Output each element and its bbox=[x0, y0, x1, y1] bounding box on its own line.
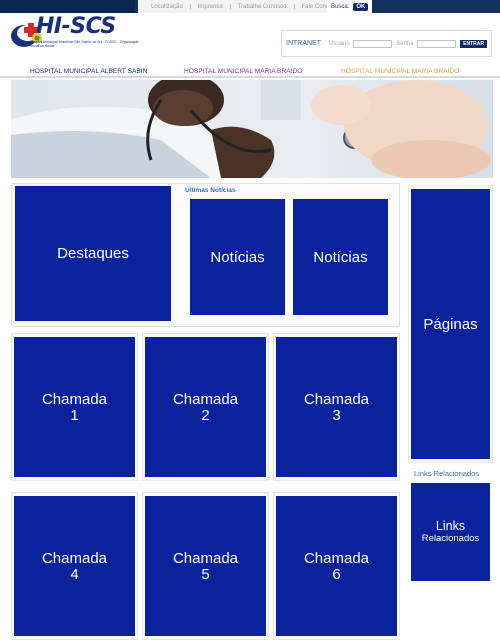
noticia-label-2: Notícias bbox=[313, 248, 368, 266]
chamada-number-1: 1 bbox=[70, 407, 79, 424]
paginas-label: Páginas bbox=[423, 315, 478, 333]
chamada-number-3: 3 bbox=[332, 407, 341, 424]
links-relacionados-block[interactable]: Links Relacionados bbox=[411, 483, 490, 581]
ultimas-noticias-label: Últimas Notícias bbox=[185, 187, 236, 194]
password-label: Senha bbox=[396, 40, 414, 47]
chamada-number-5: 5 bbox=[201, 566, 210, 583]
nav-localizacao[interactable]: Localização bbox=[144, 3, 191, 10]
search-ok-button[interactable]: OK bbox=[353, 2, 369, 11]
hospital-link-maria-braido[interactable]: HOSPITAL MUNICIPAL MARIA BRAIDO bbox=[184, 68, 302, 75]
chamada-title-5: Chamada bbox=[172, 550, 239, 567]
logo-subtitle: Hospital Municipal Infantil de São Camil… bbox=[30, 40, 139, 49]
chamada-title-3: Chamada bbox=[303, 391, 370, 408]
logo[interactable]: HI-SCS Hospital Municipal Infantil de Sã… bbox=[10, 14, 139, 54]
chamada-block-5[interactable]: Chamada 5 bbox=[145, 496, 266, 636]
paginas-block[interactable]: Páginas bbox=[411, 189, 490, 459]
entrar-button[interactable]: ENTRAR bbox=[460, 39, 487, 48]
destaques-label: Destaques bbox=[57, 245, 129, 262]
chamada-title-2: Chamada bbox=[172, 391, 239, 408]
top-bar-left bbox=[0, 0, 135, 13]
top-nav: Localização Imprensa Trabalhe Conosco Fa… bbox=[138, 0, 352, 13]
chamada-block-4[interactable]: Chamada 4 bbox=[14, 496, 135, 636]
chamada-block-2[interactable]: Chamada 2 bbox=[145, 337, 266, 477]
chamada-number-2: 2 bbox=[201, 407, 210, 424]
chamada-title-4: Chamada bbox=[41, 550, 108, 567]
search-label: Busca: bbox=[331, 3, 350, 10]
chamada-title-1: Chamada bbox=[41, 391, 108, 408]
nav-imprensa[interactable]: Imprensa bbox=[191, 3, 231, 10]
chamada-number-6: 6 bbox=[332, 566, 341, 583]
noticia-label-1: Notícias bbox=[210, 248, 265, 266]
user-field[interactable] bbox=[352, 39, 393, 48]
user-label: Usuário bbox=[329, 40, 350, 47]
chamada-block-6[interactable]: Chamada 6 bbox=[276, 496, 397, 636]
noticia-block-1[interactable]: Notícias bbox=[190, 199, 285, 315]
banner-image bbox=[11, 80, 493, 178]
links-title: Links bbox=[435, 519, 466, 533]
links-subtitle: Relacionados bbox=[421, 533, 480, 544]
chamada-number-4: 4 bbox=[70, 566, 79, 583]
password-field[interactable] bbox=[416, 39, 457, 48]
links-relacionados-label: Links Relacionados bbox=[414, 469, 480, 478]
destaques-block[interactable]: Destaques bbox=[15, 186, 171, 321]
search-area: Busca: OK bbox=[327, 0, 373, 13]
noticia-block-2[interactable]: Notícias bbox=[293, 199, 388, 315]
nav-trabalhe-conosco[interactable]: Trabalhe Conosco bbox=[231, 3, 295, 10]
intranet-label: INTRANET bbox=[286, 40, 321, 47]
hospital-link-albert-sabin[interactable]: HOSPITAL MUNICIPAL ALBERT SABIN bbox=[30, 68, 147, 75]
doctor-baby-photo bbox=[11, 80, 493, 178]
chamada-block-1[interactable]: Chamada 1 bbox=[14, 337, 135, 477]
hospital-link-maria-braido-2[interactable]: HOSPITAL MUNICIPAL MARIA BRAIDO bbox=[341, 68, 459, 75]
logo-name: HI-SCS bbox=[36, 14, 116, 39]
hospital-divider bbox=[0, 76, 500, 78]
chamada-title-6: Chamada bbox=[303, 550, 370, 567]
chamada-block-3[interactable]: Chamada 3 bbox=[276, 337, 397, 477]
intranet-login: INTRANET Usuário Senha ENTRAR bbox=[281, 30, 492, 57]
